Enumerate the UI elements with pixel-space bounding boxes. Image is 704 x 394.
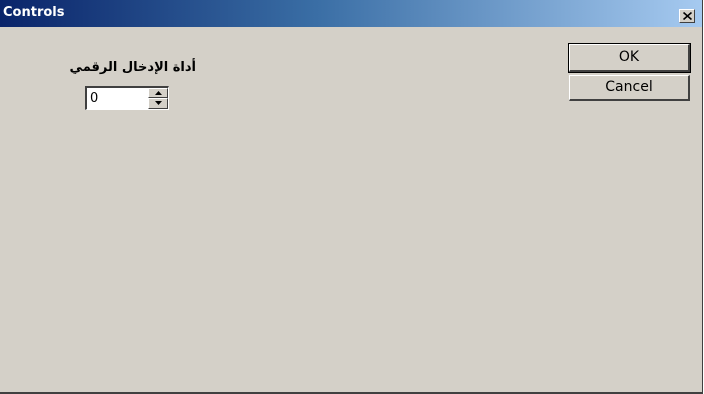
numeric-spinner[interactable] — [85, 86, 169, 110]
ok-button[interactable]: OK — [568, 43, 691, 73]
arrow-up-icon — [155, 91, 162, 95]
close-icon — [683, 12, 692, 20]
cancel-button[interactable]: Cancel — [569, 75, 690, 101]
numeric-input-label: أداة الإدخال الرقمي — [69, 60, 196, 75]
arrow-down-icon — [155, 101, 162, 105]
window-title: Controls — [3, 5, 65, 20]
numeric-input-field[interactable] — [87, 88, 147, 109]
spin-up-button[interactable] — [148, 88, 168, 98]
title-bar[interactable]: Controls — [0, 0, 702, 27]
spin-down-button[interactable] — [148, 98, 168, 109]
close-button[interactable] — [679, 9, 695, 23]
controls-dialog: Controls أداة الإدخال الرقمي OK Cancel — [0, 0, 703, 394]
